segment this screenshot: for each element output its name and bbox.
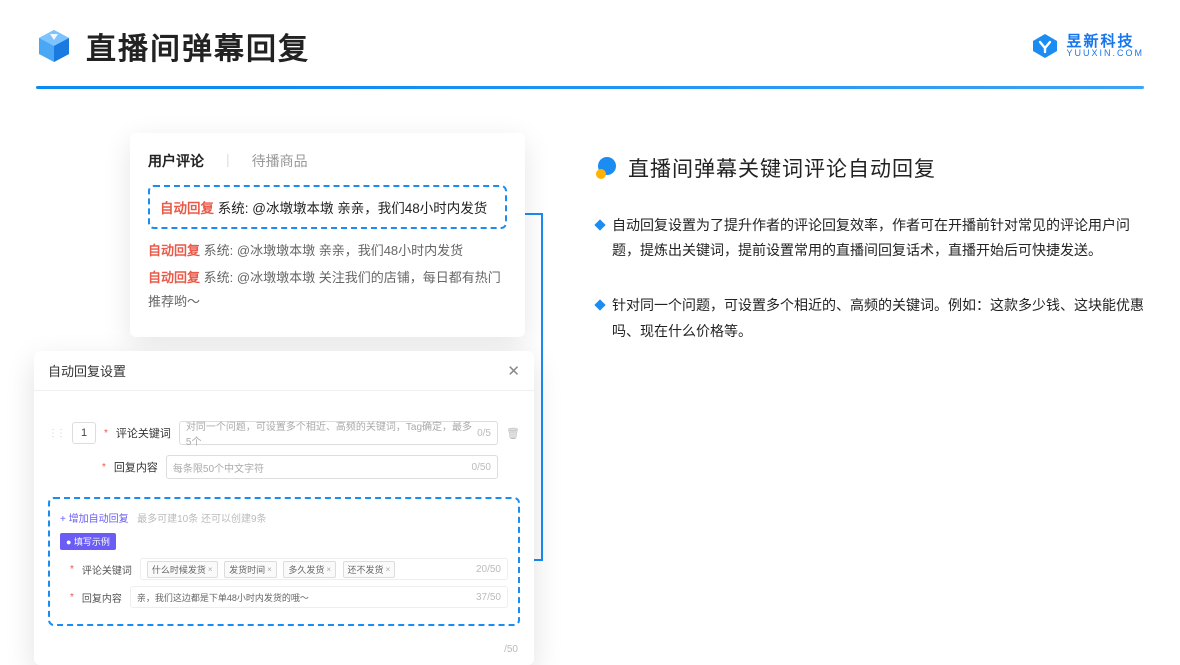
- brand-name: 昱新科技: [1066, 34, 1144, 49]
- tag-chip[interactable]: 什么时候发货×: [147, 561, 218, 578]
- example-badge: ● 填写示例: [60, 533, 116, 550]
- tag-chip[interactable]: 发货时间×: [224, 561, 277, 578]
- diamond-icon: [594, 219, 605, 230]
- keyword-label: 评论关键词: [116, 425, 171, 441]
- bullet-item: 针对同一个问题，可设置多个相近的、高频的关键词。例如：这款多少钱、这块能优惠吗、…: [596, 293, 1144, 343]
- add-auto-reply-link[interactable]: + 增加自动回复: [60, 514, 129, 525]
- ex-keyword-label: 评论关键词: [82, 562, 132, 577]
- ex-keyword-input[interactable]: 什么时候发货× 发货时间× 多久发货× 还不发货× 20/50: [140, 558, 508, 580]
- chat-bubble-icon: [596, 157, 618, 179]
- diamond-icon: [594, 300, 605, 311]
- ex-content-input[interactable]: 亲，我们这边都是下单48小时内发货的哦～ 37/50: [130, 586, 508, 608]
- footer-counter: /50: [34, 640, 534, 665]
- tab-divider: |: [226, 151, 230, 171]
- cube-icon: [36, 28, 72, 64]
- tag-chip[interactable]: 多久发货×: [283, 561, 336, 578]
- brand-logo: 昱新科技 YUUXIN.COM: [1032, 33, 1144, 59]
- sys-label: 系统:: [218, 201, 249, 216]
- message-line-2: 自动回复 系统: @冰墩墩本墩 关注我们的店铺，每日都有热门推荐哟～: [148, 266, 507, 313]
- tab-user-comments[interactable]: 用户评论: [148, 151, 204, 171]
- auto-reply-tag: 自动回复: [160, 201, 214, 216]
- required-star: *: [102, 462, 106, 473]
- ex-content-label: 回复内容: [82, 590, 122, 605]
- drag-handle-icon[interactable]: ⋮⋮: [48, 428, 64, 439]
- content-label: 回复内容: [114, 459, 158, 475]
- highlighted-auto-reply: 自动回复 系统: @冰墩墩本墩 亲亲，我们48小时内发货: [148, 185, 507, 229]
- section-heading: 直播间弹幕关键词评论自动回复: [628, 153, 936, 183]
- auto-reply-settings-modal: 自动回复设置 ✕ ⋮⋮ 1 * 评论关键词 对同一个问题，可设置多个相近、高频的…: [34, 351, 534, 665]
- page-title: 直播间弹幕回复: [86, 24, 310, 68]
- delete-icon[interactable]: 🗑: [506, 427, 520, 440]
- comments-panel: 用户评论 | 待播商品 自动回复 系统: @冰墩墩本墩 亲亲，我们48小时内发货…: [130, 133, 525, 337]
- close-icon[interactable]: ✕: [507, 362, 520, 380]
- tab-pending-goods[interactable]: 待播商品: [252, 151, 308, 171]
- bullet-item: 自动回复设置为了提升作者的评论回复效率，作者可在开播前针对常见的评论用户问题，提…: [596, 213, 1144, 263]
- tag-chip[interactable]: 还不发货×: [343, 561, 396, 578]
- connector-vert: [541, 213, 543, 559]
- limit-text: 最多可建10条 还可以创建9条: [137, 514, 266, 525]
- message-line-1: 自动回复 系统: @冰墩墩本墩 亲亲，我们48小时内发货: [148, 239, 507, 262]
- modal-title: 自动回复设置: [48, 361, 126, 380]
- content-input[interactable]: 每条限50个中文字符 0/50: [166, 455, 498, 479]
- highlight-text: @冰墩墩本墩 亲亲，我们48小时内发货: [252, 201, 487, 216]
- keyword-input[interactable]: 对同一个问题，可设置多个相近、高频的关键词，Tag确定，最多5个 0/5: [179, 421, 498, 445]
- brand-domain: YUUXIN.COM: [1066, 49, 1144, 58]
- rule-index: 1: [72, 422, 96, 444]
- required-star: *: [104, 428, 108, 439]
- example-highlight-box: + 增加自动回复 最多可建10条 还可以创建9条 ● 填写示例 * 评论关键词 …: [48, 497, 520, 626]
